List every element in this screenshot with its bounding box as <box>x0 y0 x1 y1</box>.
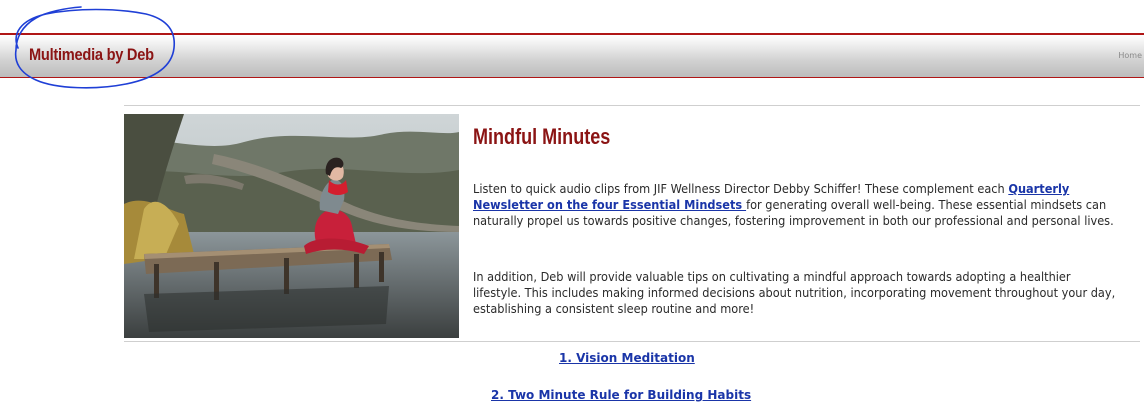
woman-meditating-on-dock-photo <box>124 114 459 338</box>
page-title: Mindful Minutes <box>473 124 611 149</box>
content-divider-bottom <box>124 341 1140 342</box>
nav-home-link[interactable]: Home <box>1118 51 1142 60</box>
site-brand[interactable]: Multimedia by Deb <box>29 45 154 65</box>
intro-text-start: Listen to quick audio clips from JIF Wel… <box>473 182 1009 196</box>
site-header: Multimedia by Deb Home <box>0 33 1144 78</box>
tips-paragraph: In addition, Deb will provide valuable t… <box>473 270 1116 316</box>
two-minute-rule-link[interactable]: 2. Two Minute Rule for Building Habits <box>491 388 751 402</box>
content-divider-top <box>124 105 1140 106</box>
intro-paragraph: Listen to quick audio clips from JIF Wel… <box>473 181 1116 229</box>
vision-meditation-link[interactable]: 1. Vision Meditation <box>559 351 695 365</box>
